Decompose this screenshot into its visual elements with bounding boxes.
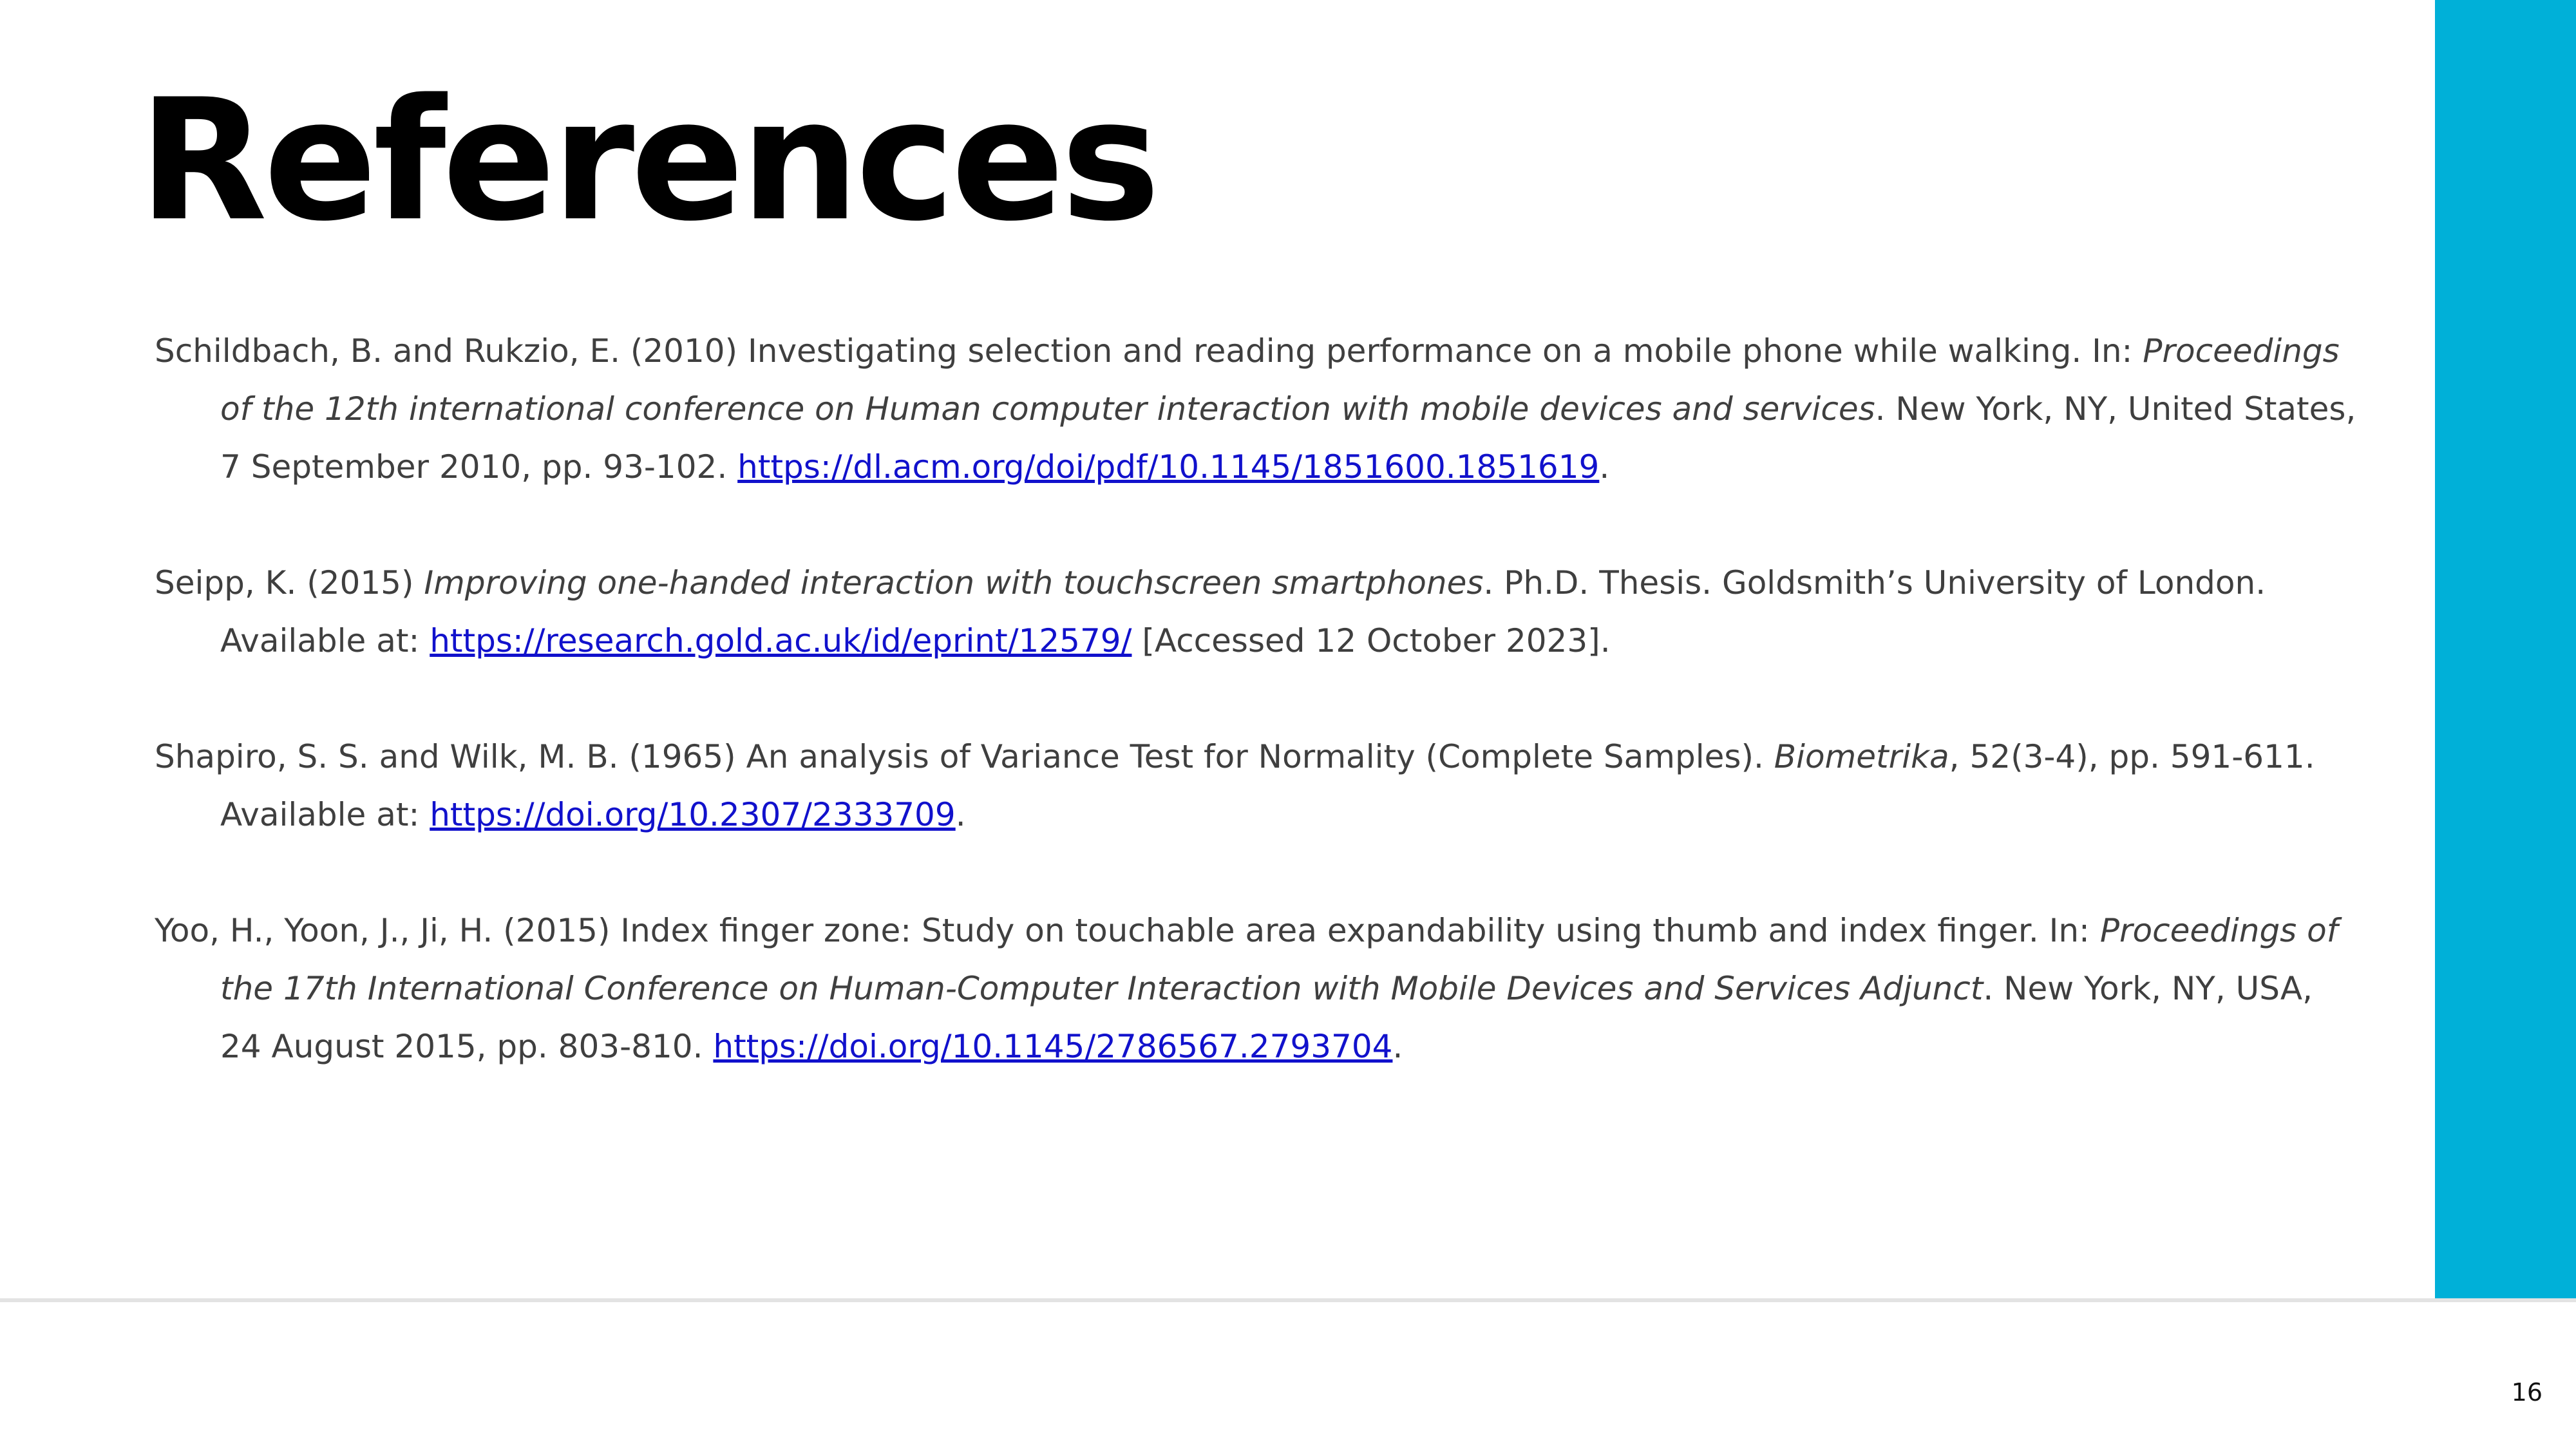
reference-text: Yoo, H., Yoon, J., Ji, H. (2015) Index f… [155,912,2100,949]
reference-source-title: Improving one-handed interaction with to… [424,564,1484,601]
slide: References Schildbach, B. and Rukzio, E.… [0,0,2576,1449]
reference-item-yoo: Yoo, H., Yoon, J., Ji, H. (2015) Index f… [155,902,2363,1075]
reference-text: Shapiro, S. S. and Wilk, M. B. (1965) An… [155,738,1774,775]
reference-text: . [1599,448,1610,486]
reference-source-title: Biometrika [1774,738,1949,775]
reference-link[interactable]: https://research.gold.ac.uk/id/eprint/12… [430,622,1132,659]
reference-text: Schildbach, B. and Rukzio, E. (2010) Inv… [155,332,2143,370]
reference-text: Seipp, K. (2015) [155,564,424,601]
reference-item-seipp: Seipp, K. (2015) Improving one-handed in… [155,554,2363,670]
reference-text: . [955,796,966,833]
reference-link[interactable]: https://dl.acm.org/doi/pdf/10.1145/18516… [737,448,1599,486]
reference-item-shapiro: Shapiro, S. S. and Wilk, M. B. (1965) An… [155,728,2363,844]
reference-item-schildbach: Schildbach, B. and Rukzio, E. (2010) Inv… [155,322,2363,496]
accent-bar [2435,0,2576,1300]
reference-list: Schildbach, B. and Rukzio, E. (2010) Inv… [155,322,2363,1133]
reference-link[interactable]: https://doi.org/10.2307/2333709 [430,796,955,833]
reference-text: . [1392,1028,1403,1065]
reference-link[interactable]: https://doi.org/10.1145/2786567.2793704 [713,1028,1392,1065]
footer-divider [0,1298,2576,1302]
reference-text: [Accessed 12 October 2023]. [1132,622,1611,659]
page-title: References [138,64,1160,258]
page-number: 16 [2511,1378,2543,1406]
